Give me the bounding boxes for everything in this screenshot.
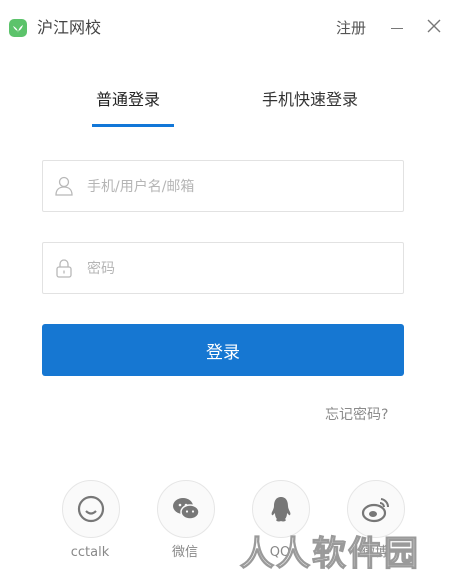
user-icon	[55, 176, 73, 196]
weibo-icon	[361, 498, 390, 523]
username-field[interactable]	[42, 160, 404, 213]
tab-phone-quick-login[interactable]: 手机快速登录	[262, 88, 358, 112]
hujiang-logo-icon	[9, 19, 27, 37]
minimize-icon[interactable]	[388, 16, 408, 40]
close-icon[interactable]	[425, 17, 443, 35]
forgot-password-link[interactable]: 忘记密码?	[325, 405, 388, 425]
password-field[interactable]	[42, 242, 404, 295]
login-button[interactable]: 登录	[42, 324, 404, 376]
cctalk-icon	[77, 495, 105, 523]
wechat-login-button[interactable]	[157, 480, 215, 538]
username-input[interactable]	[85, 161, 389, 213]
wechat-label: 微信	[171, 545, 198, 560]
active-tab-indicator	[92, 124, 174, 127]
password-input[interactable]	[85, 243, 389, 295]
watermark-logo: 人人软件园	[239, 533, 420, 574]
title-bar: 沪江网校 注册	[0, 0, 451, 56]
svg-text:人人软件园: 人人软件园	[240, 534, 420, 574]
wechat-icon	[173, 498, 200, 520]
qq-icon	[271, 497, 291, 522]
cctalk-label: cctalk	[70, 545, 110, 560]
lock-icon	[56, 259, 72, 278]
cctalk-login-button[interactable]	[62, 480, 120, 538]
app-title: 沪江网校	[37, 18, 102, 37]
register-link[interactable]: 注册	[336, 17, 366, 39]
tab-normal-login[interactable]: 普通登录	[96, 88, 160, 112]
